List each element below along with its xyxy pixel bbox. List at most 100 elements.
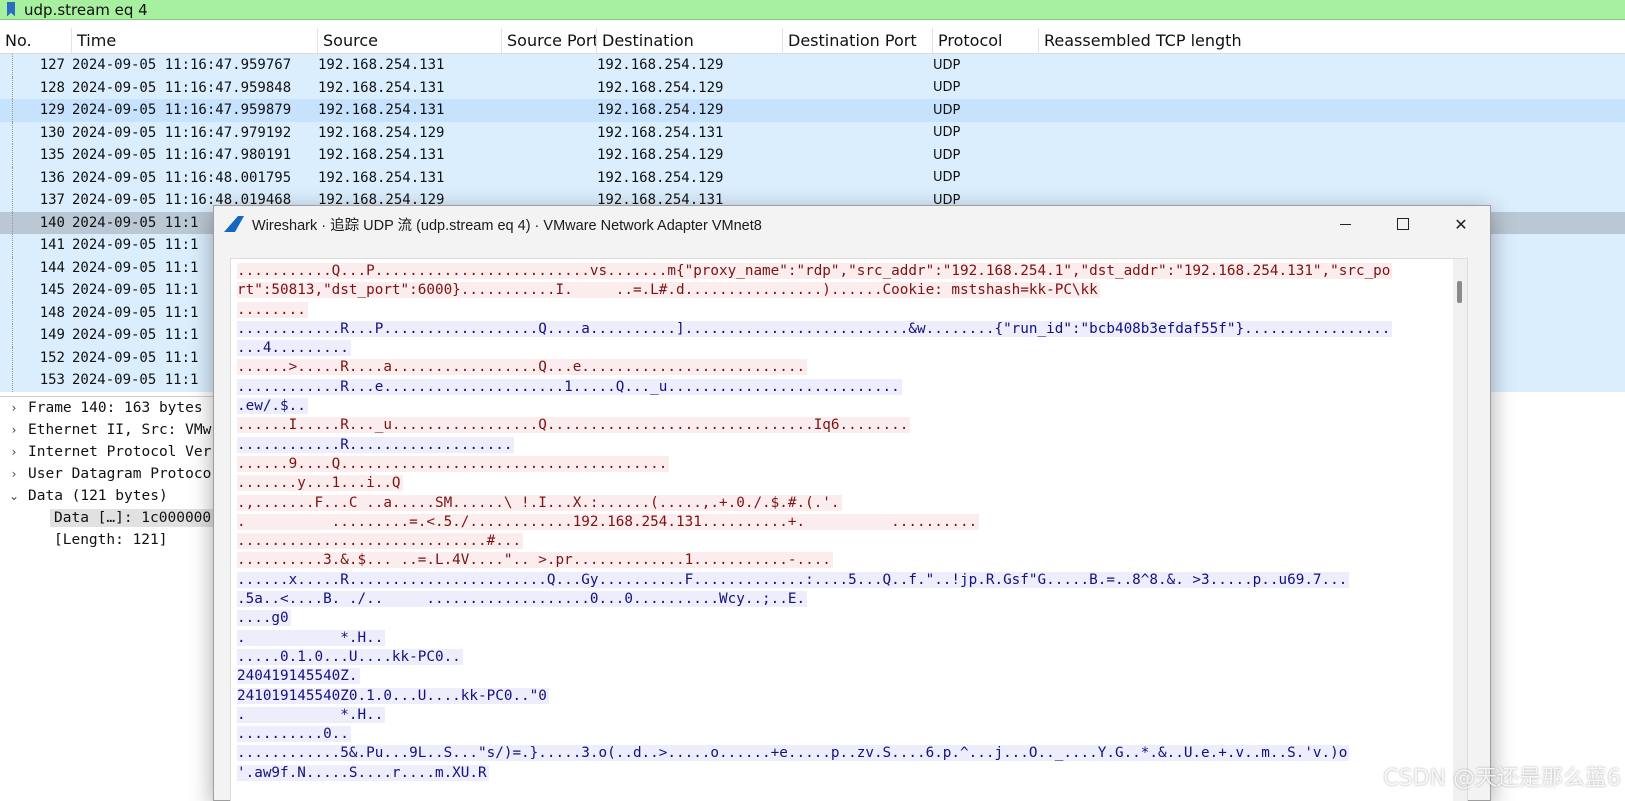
row-gutter-line [12,54,13,77]
tree-item-data[interactable]: ⌄ Data (121 bytes) [0,485,215,507]
cell-src: 192.168.254.131 [318,79,445,96]
chevron-right-icon[interactable]: › [0,401,28,415]
stream-line-text: .......y...1...i..Q [237,475,403,492]
server-stream-line: ....g0 [237,609,1451,628]
cell-no: 137 [39,192,65,209]
minimize-button[interactable] [1316,206,1374,242]
client-stream-line: .,.......F...C ..a.....SM......\ !.I...X… [237,494,1451,513]
server-stream-line: ............R...P..................Q....… [237,320,1451,339]
table-row[interactable]: 135 2024-09-05 11:16:47.980191 192.168.254… [0,144,1625,167]
cell-no: 153 [39,372,65,389]
table-row[interactable]: 129 2024-09-05 11:16:47.959879 192.168.254… [0,99,1625,122]
row-gutter-line [12,76,13,99]
cell-dst: 192.168.254.129 [597,147,724,164]
stream-line-text: '.aw9f.N.....S....r....m.XU.R [237,764,489,781]
tree-item-label: Data (121 bytes) [28,488,168,504]
server-stream-line: 240419145540Z. [237,667,1451,686]
chevron-right-icon[interactable]: › [0,467,28,481]
row-gutter-line [12,99,13,122]
cell-no: 135 [39,147,65,164]
watermark: CSDN @天还是那么蓝6 [1383,766,1621,791]
cell-time: 2024-09-05 11:16:48.001795 [72,169,292,186]
cell-dst: 192.168.254.131 [597,124,724,141]
cell-src: 192.168.254.131 [318,147,445,164]
wireshark-logo-icon [224,215,244,233]
cell-no: 127 [39,57,65,74]
tree-item-udp[interactable]: › User Datagram Protoco [0,463,215,485]
column-header-source-port[interactable]: Source Port [502,28,597,53]
cell-no: 145 [39,282,65,299]
dialog-titlebar[interactable]: Wireshark · 追踪 UDP 流 (udp.stream eq 4) ·… [214,206,1490,242]
tree-item-data-bytes[interactable]: Data […]: 1c000000 [0,507,216,529]
vertical-scrollbar[interactable] [1453,259,1467,801]
packet-details[interactable]: › Frame 140: 163 bytes › Ethernet II, Sr… [0,396,216,801]
cell-time: 2024-09-05 11:16:47.959879 [72,102,292,119]
client-stream-line: ......>.....R....a.................Q...e… [237,358,1451,377]
maximize-button[interactable] [1374,206,1432,242]
server-stream-line: ............5&.Pu...9L..S..."s/)=.}.....… [237,744,1451,763]
server-stream-line: ...4......... [237,339,1451,358]
cell-proto: UDP [933,57,961,73]
server-stream-line: 241019145540Z0.1.0...U....kk-PC0.."0 [237,687,1451,706]
stream-line-text: . .........=.<.5./............192.168.25… [237,513,980,530]
client-stream-line: .......y...1...i..Q [237,474,1451,493]
cell-time: 2024-09-05 11:16:47.959848 [72,79,292,96]
column-header-no[interactable]: No. [0,28,72,53]
bookmark-icon[interactable] [4,1,18,19]
close-button[interactable]: ✕ [1432,206,1490,242]
chevron-down-icon[interactable]: ⌄ [0,489,28,503]
server-stream-line: ............R................... [237,436,1451,455]
packet-list-header: No. Time Source Source Port Destination … [0,28,1625,54]
stream-text[interactable]: ...........Q...P........................… [231,259,1451,783]
server-stream-line: .5a..<....B. ./.. ...................0..… [237,590,1451,609]
client-stream-line: ......9....Q............................… [237,455,1451,474]
stream-line-text: . *.H.. [237,706,386,723]
stream-line-text: ............5&.Pu...9L..S..."s/)=.}.....… [237,745,1350,762]
tree-item-data-length[interactable]: [Length: 121] [0,529,215,551]
stream-line-text: ...4......... [237,340,351,357]
stream-content[interactable]: ...........Q...P........................… [230,258,1468,801]
cell-proto: UDP [933,170,961,186]
column-header-destination[interactable]: Destination [597,28,783,53]
display-filter-input[interactable]: udp.stream eq 4 [24,1,148,19]
table-row[interactable]: 127 2024-09-05 11:16:47.959767 192.168.254… [0,54,1625,77]
server-stream-line: ......x.....R.......................Q...… [237,571,1451,590]
column-header-destination-port[interactable]: Destination Port [783,28,933,53]
cell-dst: 192.168.254.129 [597,79,724,96]
column-header-reassembled-tcp-length[interactable]: Reassembled TCP length [1039,28,1625,53]
table-row[interactable]: 130 2024-09-05 11:16:47.979192 192.168.254… [0,121,1625,144]
server-stream-line: ..........0.. [237,725,1451,744]
table-row[interactable]: 136 2024-09-05 11:16:48.001795 192.168.254… [0,166,1625,189]
row-gutter-line [12,211,13,234]
tree-item-frame[interactable]: › Frame 140: 163 bytes [0,397,215,419]
client-stream-line: rt":50813,"dst_port":6000}...........I. … [237,281,1451,300]
stream-line-text: ..........3.&.$... ..=.L.4V....".. >.pr.… [237,552,833,569]
cell-dst: 192.168.254.129 [597,57,724,74]
stream-line-text: ............R...e.....................1.… [237,378,902,395]
stream-line-text: rt":50813,"dst_port":6000}...........I. … [237,282,1100,299]
stream-line-text: ......I.....R..._u.................Q....… [237,417,911,434]
tree-item-label: Data […]: 1c000000 [50,509,216,527]
display-filter-bar[interactable]: udp.stream eq 4 [0,0,1625,20]
column-header-protocol[interactable]: Protocol [933,28,1039,53]
column-header-source[interactable]: Source [318,28,502,53]
chevron-right-icon[interactable]: › [0,423,28,437]
server-stream-line: . *.H.. [237,706,1451,725]
cell-proto: UDP [933,147,961,163]
cell-proto: UDP [933,102,961,118]
client-stream-line: . .........=.<.5./............192.168.25… [237,513,1451,532]
server-stream-line: .....0.1.0...U....kk-PC0.. [237,648,1451,667]
cell-src: 192.168.254.131 [318,102,445,119]
scrollbar-thumb[interactable] [1457,281,1462,303]
tree-item-ethernet[interactable]: › Ethernet II, Src: VMw [0,419,215,441]
row-gutter-line [12,324,13,347]
chevron-right-icon[interactable]: › [0,445,28,459]
close-icon: ✕ [1454,214,1468,234]
column-header-time[interactable]: Time [72,28,318,53]
cell-no: 129 [39,102,65,119]
tree-item-ip[interactable]: › Internet Protocol Ver [0,441,215,463]
row-gutter-line [12,121,13,144]
table-row[interactable]: 128 2024-09-05 11:16:47.959848 192.168.254… [0,76,1625,99]
cell-no: 152 [39,349,65,366]
client-stream-line: ........ [237,301,1451,320]
